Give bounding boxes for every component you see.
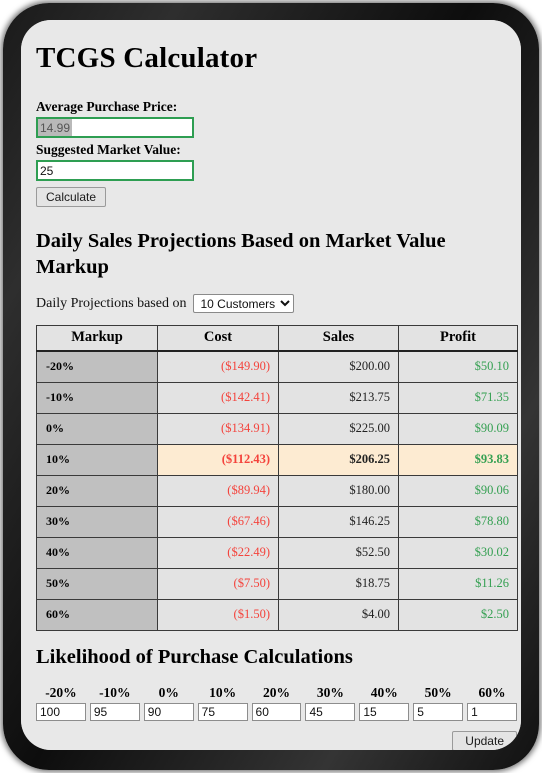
update-button[interactable]: Update (452, 730, 517, 750)
col-header-cost: Cost (157, 325, 279, 353)
likelihood-label-neg10: -10% (99, 684, 131, 700)
market-value-input[interactable] (36, 160, 194, 181)
cell-profit: $30.02 (398, 537, 518, 570)
cell-cost: ($7.50) (157, 568, 279, 601)
cell-cost: ($89.94) (157, 475, 279, 508)
cell-cost: ($142.41) (157, 382, 279, 415)
device-bezel: TCGS Calculator Average Purchase Price: … (3, 3, 539, 770)
likelihood-input-50[interactable] (413, 702, 464, 721)
cell-sales: $213.75 (278, 382, 399, 415)
cell-sales: $52.50 (278, 537, 399, 570)
cell-sales: $18.75 (278, 568, 399, 601)
likelihood-input-neg20[interactable] (36, 702, 86, 721)
cell-cost: ($149.90) (157, 350, 279, 384)
update-row: Update (36, 730, 517, 750)
col-header-markup: Markup (36, 325, 158, 353)
cell-markup: 50% (36, 568, 158, 601)
likelihood-heading: Likelihood of Purchase Calculations (36, 646, 353, 669)
table-row: 60% ($1.50) $4.00 $2.50 (36, 599, 518, 632)
likelihood-label-10: 10% (209, 684, 237, 700)
likelihood-label-30: 30% (316, 684, 344, 700)
cell-profit: $90.09 (398, 413, 518, 446)
col-header-sales: Sales (278, 325, 399, 353)
cell-profit: $50.10 (398, 350, 518, 384)
cell-markup: 60% (36, 599, 158, 632)
cell-markup: -10% (36, 382, 158, 415)
likelihood-inputs-row (36, 702, 517, 721)
likelihood-input-10[interactable] (197, 702, 248, 721)
likelihood-label-20: 20% (262, 684, 290, 700)
cell-sales: $180.00 (278, 475, 399, 508)
cell-markup: 10% (36, 444, 158, 477)
table-row: 30% ($67.46) $146.25 $78.80 (36, 506, 518, 539)
table-row: 40% ($22.49) $52.50 $30.02 (36, 537, 518, 570)
table-row: 50% ($7.50) $18.75 $11.26 (36, 568, 518, 601)
likelihood-section: -20% -10% 0% 10% 20% 30% 40% 50% 60% (36, 685, 517, 721)
purchase-price-label: Average Purchase Price: (36, 99, 178, 114)
table-row: 10% ($112.43) $206.25 $93.83 (36, 444, 518, 477)
table-row: 0% ($134.91) $225.00 $90.09 (36, 413, 518, 446)
projections-heading: Daily Sales Projections Based on Market … (36, 230, 446, 278)
cell-sales: $4.00 (278, 599, 399, 632)
likelihood-label-50: 50% (424, 684, 452, 700)
table-row: 20% ($89.94) $180.00 $90.06 (36, 475, 518, 508)
cell-profit: $2.50 (398, 599, 518, 632)
purchase-price-input[interactable] (36, 117, 194, 138)
projections-select-row: Daily Projections based on 10 Customers (36, 294, 509, 314)
cell-cost: ($1.50) (157, 599, 279, 632)
likelihood-input-0[interactable] (143, 702, 194, 721)
page-title: TCGS Calculator (36, 42, 258, 74)
cell-profit: $90.06 (398, 475, 518, 508)
calculator-page: TCGS Calculator Average Purchase Price: … (21, 20, 521, 750)
table-row: -20% ($149.90) $200.00 $50.10 (36, 350, 518, 384)
cell-cost: ($67.46) (157, 506, 279, 539)
cell-cost: ($22.49) (157, 537, 279, 570)
cell-markup: 40% (36, 537, 158, 570)
cell-profit: $11.26 (398, 568, 518, 601)
cell-profit: $71.35 (398, 382, 518, 415)
cell-sales: $200.00 (278, 350, 399, 384)
projections-select-label: Daily Projections based on (36, 295, 187, 311)
cell-profit: $78.80 (398, 506, 518, 539)
likelihood-label-0: 0% (158, 684, 179, 700)
device-screen: TCGS Calculator Average Purchase Price: … (21, 20, 521, 750)
projections-table: Markup Cost Sales Profit -20% ($149.90) $2… (36, 325, 518, 632)
likelihood-input-60[interactable] (467, 702, 517, 721)
cell-markup: -20% (36, 350, 158, 384)
cell-markup: 20% (36, 475, 158, 508)
likelihood-input-neg10[interactable] (89, 702, 140, 721)
likelihood-label-neg20: -20% (45, 684, 77, 700)
likelihood-input-20[interactable] (251, 702, 302, 721)
likelihood-label-60: 60% (478, 684, 506, 700)
calculate-button[interactable]: Calculate (36, 187, 107, 207)
cell-profit: $93.83 (398, 444, 518, 477)
cell-cost: ($112.43) (157, 444, 279, 477)
customers-select[interactable]: 10 Customers (193, 294, 295, 314)
likelihood-input-40[interactable] (359, 702, 410, 721)
col-header-profit: Profit (398, 325, 518, 353)
likelihood-label-40: 40% (370, 684, 398, 700)
table-row: -10% ($142.41) $213.75 $71.35 (36, 382, 518, 415)
cell-sales: $225.00 (278, 413, 399, 446)
cell-cost: ($134.91) (157, 413, 279, 446)
cell-markup: 30% (36, 506, 158, 539)
likelihood-input-30[interactable] (305, 702, 356, 721)
market-value-label: Suggested Market Value: (36, 142, 181, 157)
likelihood-labels-row: -20% -10% 0% 10% 20% 30% 40% 50% 60% (36, 685, 517, 703)
table-header-row: Markup Cost Sales Profit (36, 325, 518, 353)
cell-markup: 0% (36, 413, 158, 446)
projections-table-body: -20% ($149.90) $200.00 $50.10 -10% ($142.41) $… (36, 350, 518, 632)
cell-sales: $206.25 (278, 444, 399, 477)
cell-sales: $146.25 (278, 506, 399, 539)
